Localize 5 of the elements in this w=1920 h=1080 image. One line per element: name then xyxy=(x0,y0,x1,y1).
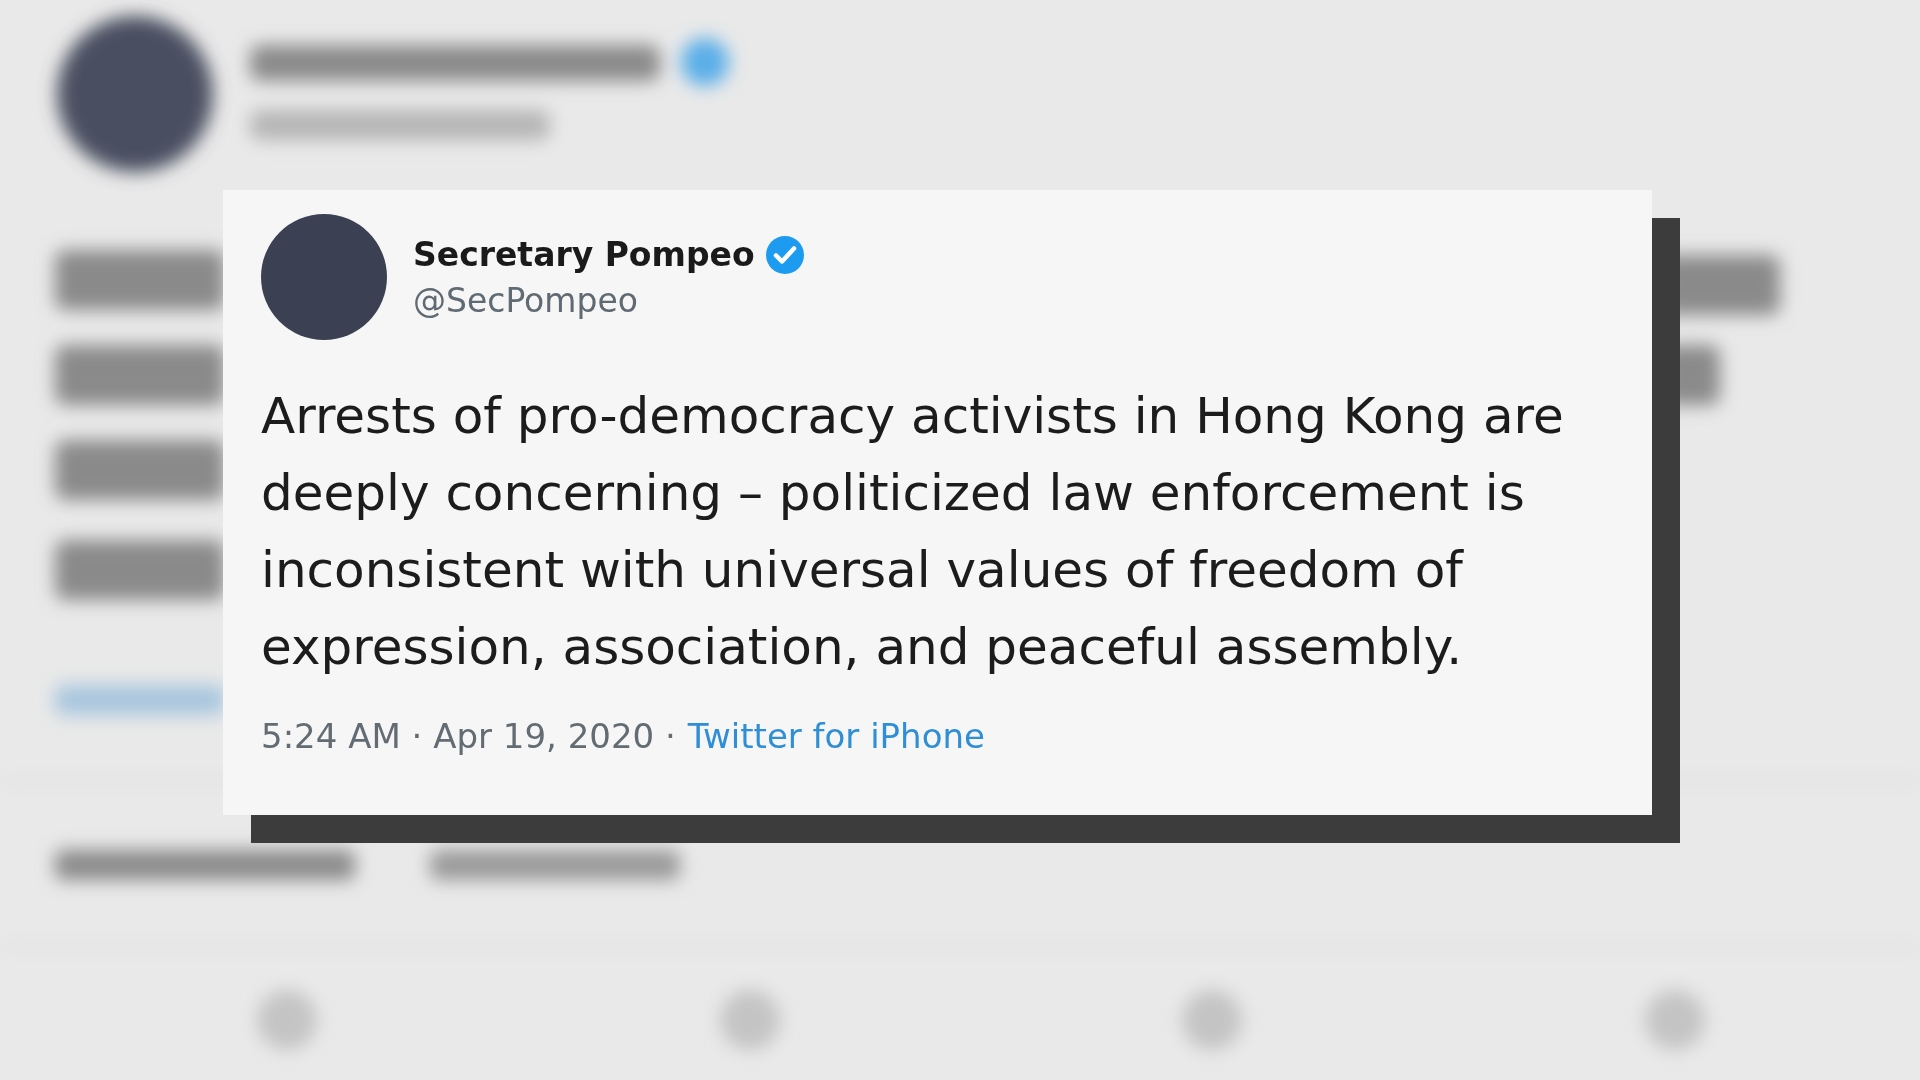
tweet-text: Arrests of pro-democracy activists in Hong Kong are deeply concerning – politicized law enforcement is inconsistent with universal values of freedom of expression, association, and peaceful assembly. xyxy=(261,386,1565,678)
author-handle: @SecPompeo xyxy=(413,280,639,320)
tweet-timestamp: 5:24 AM · Apr 19, 2020 · xyxy=(261,716,676,756)
source-link[interactable]: Twitter for iPhone xyxy=(687,716,985,756)
author-name: Secretary Pompeo xyxy=(413,235,755,274)
